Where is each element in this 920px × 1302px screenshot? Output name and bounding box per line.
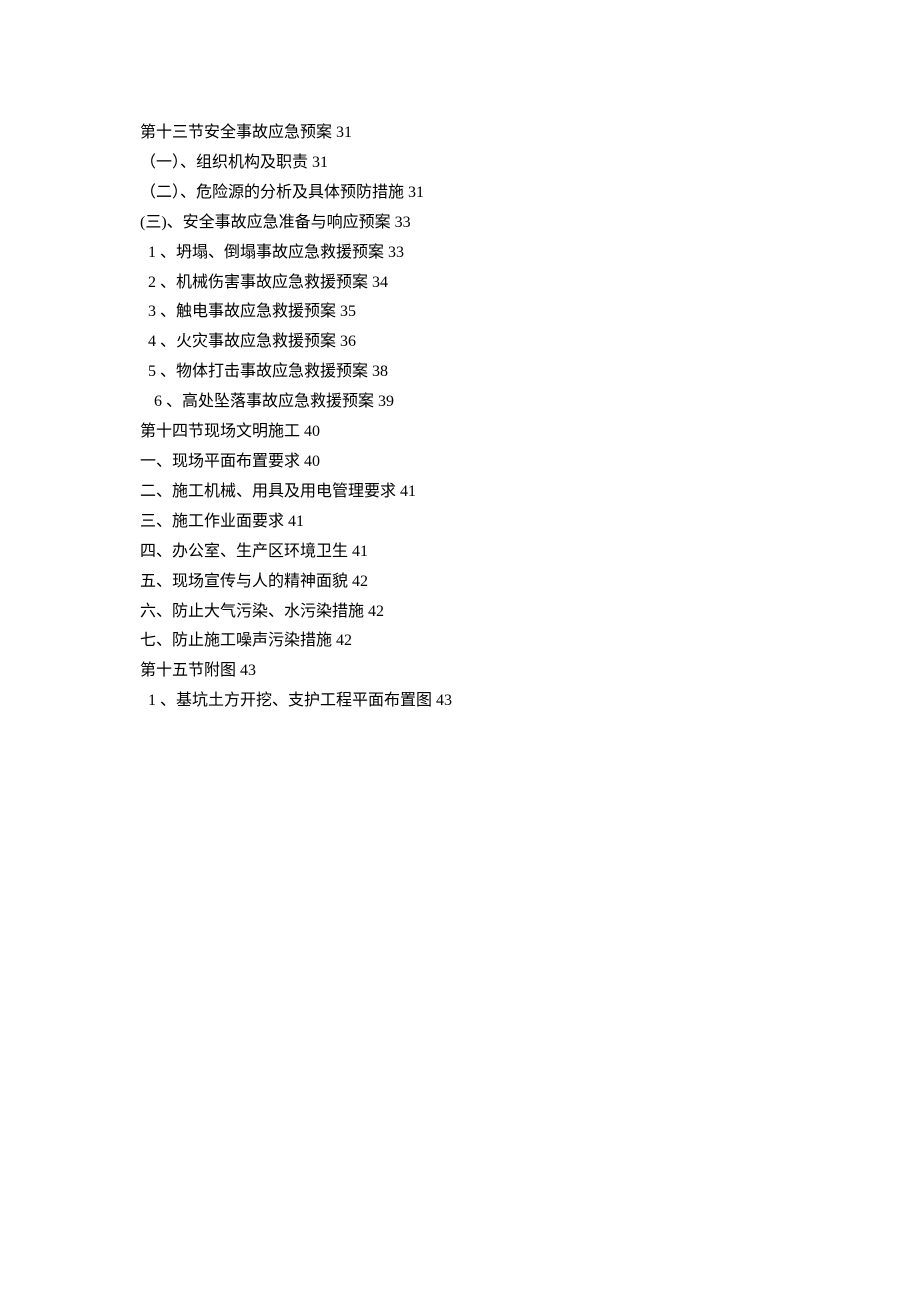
toc-entry: （二）、危险源的分析及具体预防措施 31: [140, 178, 920, 208]
toc-entry: 第十五节附图 43: [140, 656, 920, 686]
table-of-contents: 第十三节安全事故应急预案 31 （一）、组织机构及职责 31 （二）、危险源的分…: [140, 118, 920, 716]
toc-entry: 二、施工机械、用具及用电管理要求 41: [140, 477, 920, 507]
toc-entry: 6 、高处坠落事故应急救援预案 39: [140, 387, 920, 417]
toc-entry: 3 、触电事故应急救援预案 35: [140, 297, 920, 327]
toc-entry: 1 、基坑土方开挖、支护工程平面布置图 43: [140, 686, 920, 716]
toc-entry: 一、现场平面布置要求 40: [140, 447, 920, 477]
toc-entry: 五、现场宣传与人的精神面貌 42: [140, 567, 920, 597]
toc-entry: 4 、火灾事故应急救援预案 36: [140, 327, 920, 357]
toc-entry: （一）、组织机构及职责 31: [140, 148, 920, 178]
toc-entry: 5 、物体打击事故应急救援预案 38: [140, 357, 920, 387]
toc-entry: 2 、机械伤害事故应急救援预案 34: [140, 268, 920, 298]
toc-entry: 六、防止大气污染、水污染措施 42: [140, 597, 920, 627]
toc-entry: 三、施工作业面要求 41: [140, 507, 920, 537]
toc-entry: 七、防止施工噪声污染措施 42: [140, 626, 920, 656]
toc-entry: (三)、安全事故应急准备与响应预案 33: [140, 208, 920, 238]
toc-entry: 第十四节现场文明施工 40: [140, 417, 920, 447]
toc-entry: 四、办公室、生产区环境卫生 41: [140, 537, 920, 567]
toc-entry: 1 、坍塌、倒塌事故应急救援预案 33: [140, 238, 920, 268]
toc-entry: 第十三节安全事故应急预案 31: [140, 118, 920, 148]
